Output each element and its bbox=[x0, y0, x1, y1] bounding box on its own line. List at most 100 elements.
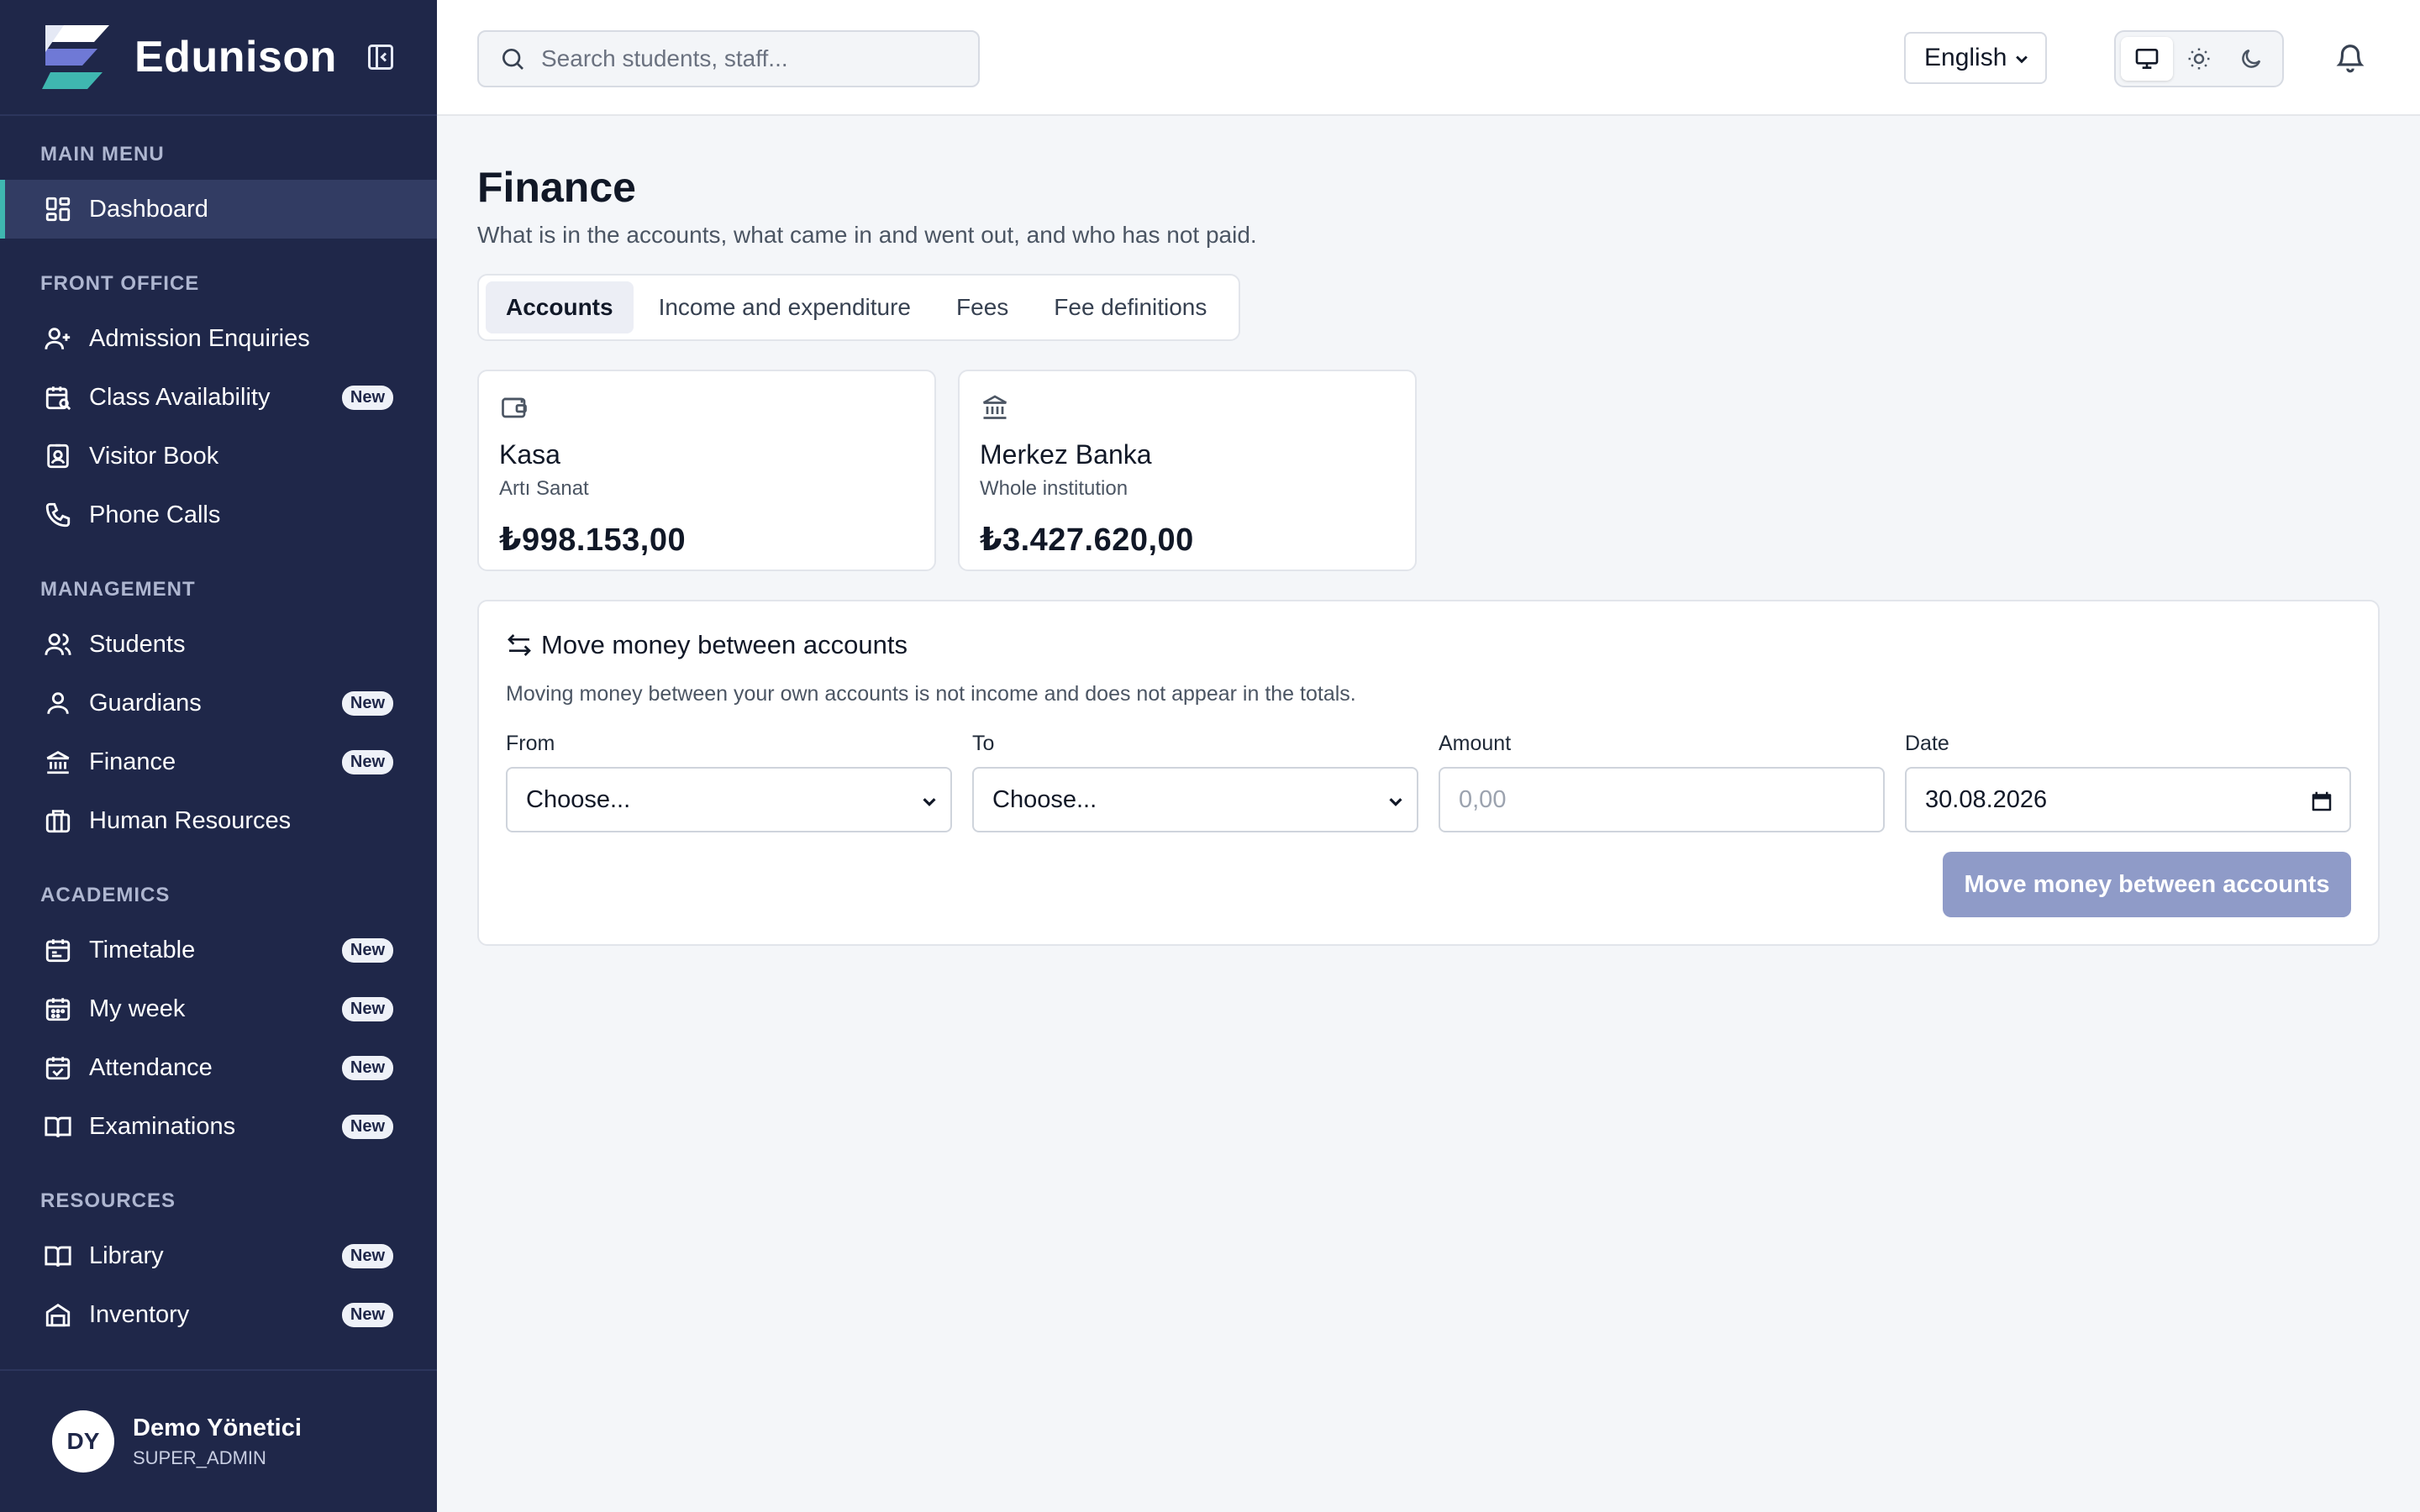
user-info: Demo Yönetici SUPER_ADMIN bbox=[133, 1415, 302, 1469]
to-select[interactable]: Choose... bbox=[972, 767, 1418, 832]
bell-icon[interactable] bbox=[2334, 42, 2366, 74]
transfer-panel: Move money between accounts Moving money… bbox=[477, 600, 2380, 946]
moon-icon bbox=[2242, 49, 2261, 68]
sidebar-item-visitor-book[interactable]: Visitor Book bbox=[0, 427, 437, 486]
sidebar-item-label: Examinations bbox=[89, 1112, 236, 1140]
tab-fee-definitions[interactable]: Fee definitions bbox=[1034, 281, 1227, 333]
calendar-search-icon bbox=[45, 386, 71, 411]
new-badge: New bbox=[341, 749, 393, 774]
calendar-icon[interactable] bbox=[2309, 789, 2334, 814]
sidebar-item-phone-calls[interactable]: Phone Calls bbox=[0, 486, 437, 544]
amount-input[interactable]: 0,00 bbox=[1439, 767, 1885, 832]
sidebar-item-inventory[interactable]: Inventory New bbox=[0, 1285, 437, 1344]
search-icon bbox=[502, 49, 523, 70]
sidebar-item-label: Dashboard bbox=[89, 195, 208, 223]
phone-icon bbox=[45, 502, 71, 528]
to-value: Choose... bbox=[992, 785, 1097, 813]
brand-logo[interactable] bbox=[39, 18, 116, 96]
move-money-button[interactable]: Move money between accounts bbox=[1943, 852, 2351, 917]
bank-icon bbox=[46, 751, 70, 774]
account-card-merkez-banka[interactable]: Merkez Banka Whole institution ₺3.427.62… bbox=[958, 370, 1417, 571]
dashboard-icon bbox=[45, 197, 71, 222]
section-front-office: FRONT OFFICE bbox=[40, 272, 200, 295]
sidebar-item-guardians[interactable]: Guardians New bbox=[0, 674, 437, 732]
sidebar-item-examinations[interactable]: Examinations New bbox=[0, 1097, 437, 1156]
main-content: Finance What is in the accounts, what ca… bbox=[477, 116, 2380, 946]
tab-fees[interactable]: Fees bbox=[936, 281, 1028, 333]
new-badge: New bbox=[341, 690, 393, 716]
page-subtitle: What is in the accounts, what came in an… bbox=[477, 222, 1257, 248]
language-select[interactable]: English bbox=[1904, 32, 2047, 84]
sun-icon bbox=[2188, 48, 2210, 70]
theme-switcher bbox=[2114, 30, 2284, 87]
arrows-swap-icon bbox=[508, 634, 531, 656]
to-label: To bbox=[972, 732, 995, 755]
account-cards: Kasa Artı Sanat ₺998.153,00 Merkez Banka… bbox=[477, 370, 2380, 571]
sidebar-item-human-resources[interactable]: Human Resources bbox=[0, 791, 437, 850]
avatar: DY bbox=[52, 1410, 114, 1473]
chevron-down-icon bbox=[2016, 55, 2028, 64]
user-icon bbox=[47, 692, 69, 714]
new-badge: New bbox=[341, 385, 393, 410]
sidebar-item-label: My week bbox=[89, 995, 186, 1022]
new-badge: New bbox=[341, 1055, 393, 1080]
theme-system-button[interactable] bbox=[2121, 37, 2173, 81]
account-name: Kasa bbox=[499, 439, 560, 470]
sidebar-item-library[interactable]: Library New bbox=[0, 1226, 437, 1285]
chevron-down-icon bbox=[923, 798, 936, 806]
page-title: Finance bbox=[477, 164, 636, 211]
new-badge: New bbox=[341, 1114, 393, 1139]
user-profile[interactable]: DY Demo Yönetici SUPER_ADMIN bbox=[0, 1369, 437, 1512]
sidebar-item-students[interactable]: Students bbox=[0, 615, 437, 674]
sidebar-nav: MAIN MENU Dashboard FRONT OFFICE Admissi… bbox=[0, 118, 437, 1369]
sidebar-item-my-week[interactable]: My week New bbox=[0, 979, 437, 1038]
tab-income-expenditure[interactable]: Income and expenditure bbox=[639, 281, 931, 333]
date-value: 30.08.2026 bbox=[1925, 785, 2048, 813]
sidebar-item-attendance[interactable]: Attendance New bbox=[0, 1038, 437, 1097]
from-value: Choose... bbox=[526, 785, 631, 813]
brand: Edunison bbox=[0, 0, 437, 116]
from-field: From Choose... bbox=[506, 732, 952, 832]
user-plus-icon bbox=[45, 328, 71, 349]
sidebar-item-label: Guardians bbox=[89, 689, 202, 717]
sidebar-item-class-availability[interactable]: Class Availability New bbox=[0, 368, 437, 427]
calendar-icon bbox=[45, 939, 71, 963]
transfer-title: Move money between accounts bbox=[506, 630, 2351, 660]
book-open-icon bbox=[45, 1116, 71, 1138]
sidebar-item-timetable[interactable]: Timetable New bbox=[0, 921, 437, 979]
warehouse-icon bbox=[45, 1303, 71, 1327]
sidebar-item-label: Visitor Book bbox=[89, 442, 219, 470]
tab-accounts[interactable]: Accounts bbox=[486, 281, 634, 333]
new-badge: New bbox=[341, 996, 393, 1021]
new-badge: New bbox=[341, 1302, 393, 1327]
sidebar: Edunison MAIN MENU Dashboard FRONT OFFIC… bbox=[0, 0, 437, 1512]
sidebar-item-dashboard[interactable]: Dashboard bbox=[0, 180, 437, 239]
sidebar-item-label: Phone Calls bbox=[89, 501, 221, 528]
chevron-down-icon bbox=[1389, 798, 1402, 806]
sidebar-item-label: Finance bbox=[89, 748, 176, 775]
account-card-kasa[interactable]: Kasa Artı Sanat ₺998.153,00 bbox=[477, 370, 936, 571]
calendar-grid-icon bbox=[45, 998, 71, 1021]
section-main-menu: MAIN MENU bbox=[40, 143, 165, 165]
monitor-icon bbox=[2135, 48, 2159, 69]
sidebar-item-label: Class Availability bbox=[89, 383, 271, 411]
sidebar-item-admission-enquiries[interactable]: Admission Enquiries bbox=[0, 309, 437, 368]
amount-placeholder: 0,00 bbox=[1459, 785, 1507, 813]
date-input[interactable]: 30.08.2026 bbox=[1905, 767, 2351, 832]
sidebar-collapse-icon[interactable] bbox=[366, 42, 396, 72]
sidebar-item-label: Human Resources bbox=[89, 806, 292, 834]
amount-field: Amount 0,00 bbox=[1439, 732, 1885, 832]
sidebar-item-finance[interactable]: Finance New bbox=[0, 732, 437, 791]
search-box[interactable] bbox=[477, 30, 980, 87]
theme-dark-button[interactable] bbox=[2225, 37, 2277, 81]
search-input[interactable] bbox=[541, 45, 944, 72]
theme-light-button[interactable] bbox=[2173, 37, 2225, 81]
transfer-fields: From Choose... To Choose... Amount 0,00 bbox=[506, 732, 2351, 832]
from-select[interactable]: Choose... bbox=[506, 767, 952, 832]
book-open-icon bbox=[45, 1246, 71, 1268]
user-name: Demo Yönetici bbox=[133, 1414, 302, 1441]
account-balance: ₺998.153,00 bbox=[499, 522, 687, 558]
date-label: Date bbox=[1905, 732, 1949, 755]
transfer-note: Moving money between your own accounts i… bbox=[506, 682, 1356, 706]
account-scope: Whole institution bbox=[980, 477, 1128, 500]
